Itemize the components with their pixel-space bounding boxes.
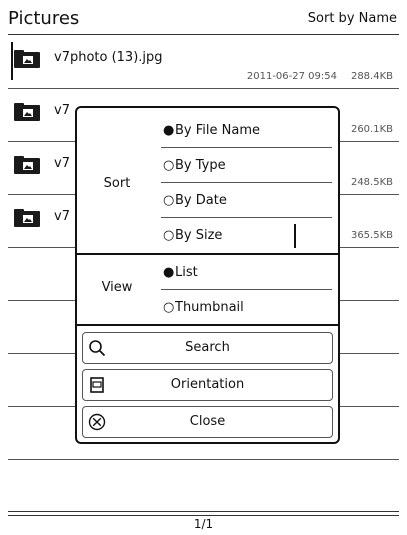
focus-indicator (11, 42, 13, 80)
sort-option-by-file-name[interactable]: ●By File Name (161, 113, 332, 148)
radio-selected-icon: ● (163, 265, 175, 280)
view-option-thumbnail[interactable]: ○Thumbnail (161, 290, 332, 325)
orientation-button-label: Orientation (170, 377, 245, 392)
sort-option-by-size[interactable]: ○By Size (161, 218, 332, 253)
header-divider (8, 34, 399, 35)
search-button-label: Search (185, 340, 230, 355)
close-button-label: Close (189, 414, 226, 429)
option-label: List (175, 265, 198, 280)
search-button[interactable]: Search (82, 332, 333, 364)
file-name: v7 (54, 209, 70, 224)
file-size: 248.5KB (350, 177, 393, 188)
view-group-label: View (101, 280, 133, 295)
option-label: Thumbnail (175, 300, 244, 315)
orientation-button[interactable]: Orientation (82, 369, 333, 401)
file-name: v7 (54, 103, 70, 118)
file-size: 288.4KB (350, 71, 393, 82)
sort-by-label[interactable]: Sort by Name (308, 11, 397, 26)
image-folder-icon (14, 103, 40, 121)
file-name: v7photo (13).jpg (54, 50, 163, 65)
file-date: 2011-06-27 09:54 (246, 71, 337, 82)
sort-option-by-date[interactable]: ○By Date (161, 183, 332, 218)
option-label: By Size (175, 228, 223, 243)
sort-group-label: Sort (103, 176, 131, 191)
option-label: By Date (175, 193, 227, 208)
footer-divider (8, 511, 399, 512)
header: Pictures Sort by Name (0, 0, 407, 36)
file-row[interactable]: v7photo (13).jpg 2011-06-27 09:54 288.4K… (8, 36, 399, 89)
file-size: 365.5KB (350, 230, 393, 241)
radio-unselected-icon: ○ (163, 193, 175, 208)
options-dialog: Sort ●By File Name ○By Type ○By Date ○By… (75, 106, 340, 444)
image-folder-icon (14, 50, 40, 68)
footer-divider (8, 515, 399, 516)
page-indicator: 1/1 (193, 517, 214, 531)
section-divider (77, 324, 338, 326)
text-cursor (294, 224, 296, 248)
radio-unselected-icon: ○ (163, 300, 175, 315)
option-label: By File Name (175, 123, 260, 138)
radio-unselected-icon: ○ (163, 158, 175, 173)
page-title: Pictures (8, 8, 80, 29)
file-name: v7 (54, 156, 70, 171)
radio-selected-icon: ● (163, 123, 175, 138)
file-size: 260.1KB (350, 124, 393, 135)
image-folder-icon (14, 209, 40, 227)
option-label: By Type (175, 158, 226, 173)
sort-option-by-type[interactable]: ○By Type (161, 148, 332, 183)
radio-unselected-icon: ○ (163, 228, 175, 243)
close-button[interactable]: Close (82, 406, 333, 438)
image-folder-icon (14, 156, 40, 174)
view-option-list[interactable]: ●List (161, 255, 332, 290)
